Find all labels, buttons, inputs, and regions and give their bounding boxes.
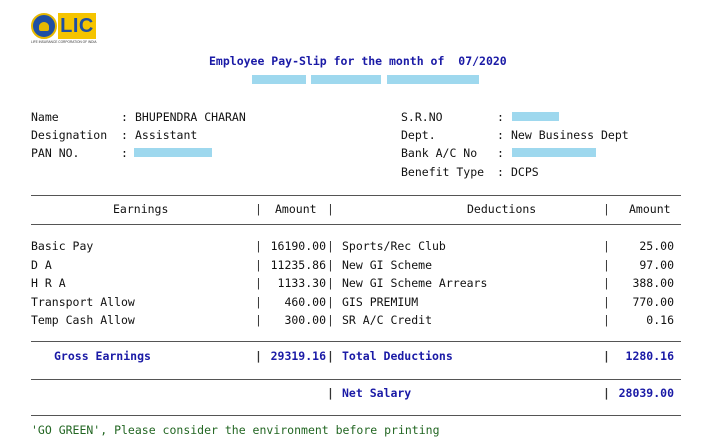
dept-colon: : [497, 128, 511, 142]
payslip-title: Employee Pay-Slip for the month of 07/20… [209, 54, 507, 68]
redacted-field [387, 75, 479, 84]
col-separator: | [603, 295, 610, 309]
col-separator: | [603, 313, 610, 327]
deduction-label: New GI Scheme [342, 258, 433, 272]
lic-logo: LIC LIFE INSURANCE CORPORATION OF INDIA [31, 13, 97, 47]
gross-earnings-amount: 29319.16 [270, 349, 326, 363]
net-rule [31, 379, 681, 380]
benefit-colon: : [497, 165, 511, 179]
designation-colon: : [121, 128, 135, 142]
col-separator: | [255, 258, 262, 272]
redacted-field [252, 75, 306, 84]
total-deductions-amount: 1280.16 [625, 349, 674, 363]
col-separator: | [255, 313, 262, 327]
earnings-header: Earnings [113, 202, 169, 216]
col-separator: | [603, 349, 610, 363]
lic-logo-text: LIC [58, 13, 96, 39]
col-separator: | [327, 386, 334, 400]
pan-redacted [134, 148, 212, 157]
srno-redacted [512, 112, 559, 121]
deduction-label: Sports/Rec Club [342, 239, 446, 253]
name-label: Name [31, 110, 59, 124]
srno-label: S.R.NO [401, 110, 443, 124]
deduction-amount: 97.00 [639, 258, 674, 272]
deduction-label: SR A/C Credit [342, 313, 433, 327]
net-salary-label: Net Salary [342, 386, 412, 400]
col-separator: | [327, 202, 334, 216]
deductions-header: Deductions [467, 202, 537, 216]
deduction-amount: 0.16 [646, 313, 674, 327]
earning-label: D A [31, 258, 52, 272]
payslip-month: 07/2020 [458, 54, 507, 68]
col-separator: | [255, 239, 262, 253]
deduction-amount: 770.00 [632, 295, 674, 309]
lic-logo-subtitle: LIFE INSURANCE CORPORATION OF INDIA [31, 40, 97, 44]
col-separator: | [327, 276, 334, 290]
earning-amount: 300.00 [284, 313, 326, 327]
col-separator: | [255, 202, 262, 216]
srno-colon: : [497, 110, 511, 124]
earning-label: Transport Allow [31, 295, 135, 309]
col-separator: | [603, 239, 610, 253]
earning-label: H R A [31, 276, 66, 290]
earning-amount: 1133.30 [277, 276, 326, 290]
name-value: BHUPENDRA CHARAN [135, 110, 246, 124]
benefit-value: DCPS [511, 165, 539, 179]
col-separator: | [603, 276, 610, 290]
dept-value: New Business Dept [511, 128, 629, 142]
col-separator: | [255, 295, 262, 309]
deduction-amount: 25.00 [639, 239, 674, 253]
col-separator: | [255, 349, 262, 363]
table-top-rule [31, 195, 681, 196]
designation-label: Designation [31, 128, 108, 142]
name-colon: : [121, 110, 135, 124]
deduction-label: New GI Scheme Arrears [342, 276, 488, 290]
col-separator: | [603, 202, 610, 216]
deduction-amount: 388.00 [632, 276, 674, 290]
amount-header-earnings: Amount [275, 202, 317, 216]
gross-earnings-label: Gross Earnings [54, 349, 151, 363]
bottom-rule [31, 415, 681, 416]
designation-value: Assistant [135, 128, 198, 142]
col-separator: | [327, 258, 334, 272]
benefit-label: Benefit Type [401, 165, 485, 179]
earning-amount: 460.00 [284, 295, 326, 309]
earning-amount: 11235.86 [270, 258, 326, 272]
header-rule [31, 224, 681, 225]
lic-emblem-icon [31, 13, 57, 39]
bank-redacted [512, 148, 596, 157]
total-deductions-label: Total Deductions [342, 349, 453, 363]
col-separator: | [327, 295, 334, 309]
col-separator: | [327, 313, 334, 327]
earning-amount: 16190.00 [270, 239, 326, 253]
col-separator: | [327, 239, 334, 253]
col-separator: | [603, 258, 610, 272]
redacted-field [311, 75, 381, 84]
amount-header-deductions: Amount [629, 202, 671, 216]
totals-rule [31, 341, 681, 342]
dept-label: Dept. [401, 128, 436, 142]
col-separator: | [603, 386, 610, 400]
bank-colon: : [497, 146, 511, 160]
bank-label: Bank A/C No [401, 146, 478, 160]
earning-label: Basic Pay [31, 239, 94, 253]
net-salary-amount: 28039.00 [618, 386, 674, 400]
col-separator: | [327, 349, 334, 363]
pan-label: PAN NO. [31, 146, 80, 160]
col-separator: | [255, 276, 262, 290]
earning-label: Temp Cash Allow [31, 313, 135, 327]
deduction-label: GIS PREMIUM [342, 295, 419, 309]
pan-colon: : [121, 146, 135, 160]
go-green-note: 'GO GREEN', Please consider the environm… [31, 423, 440, 437]
